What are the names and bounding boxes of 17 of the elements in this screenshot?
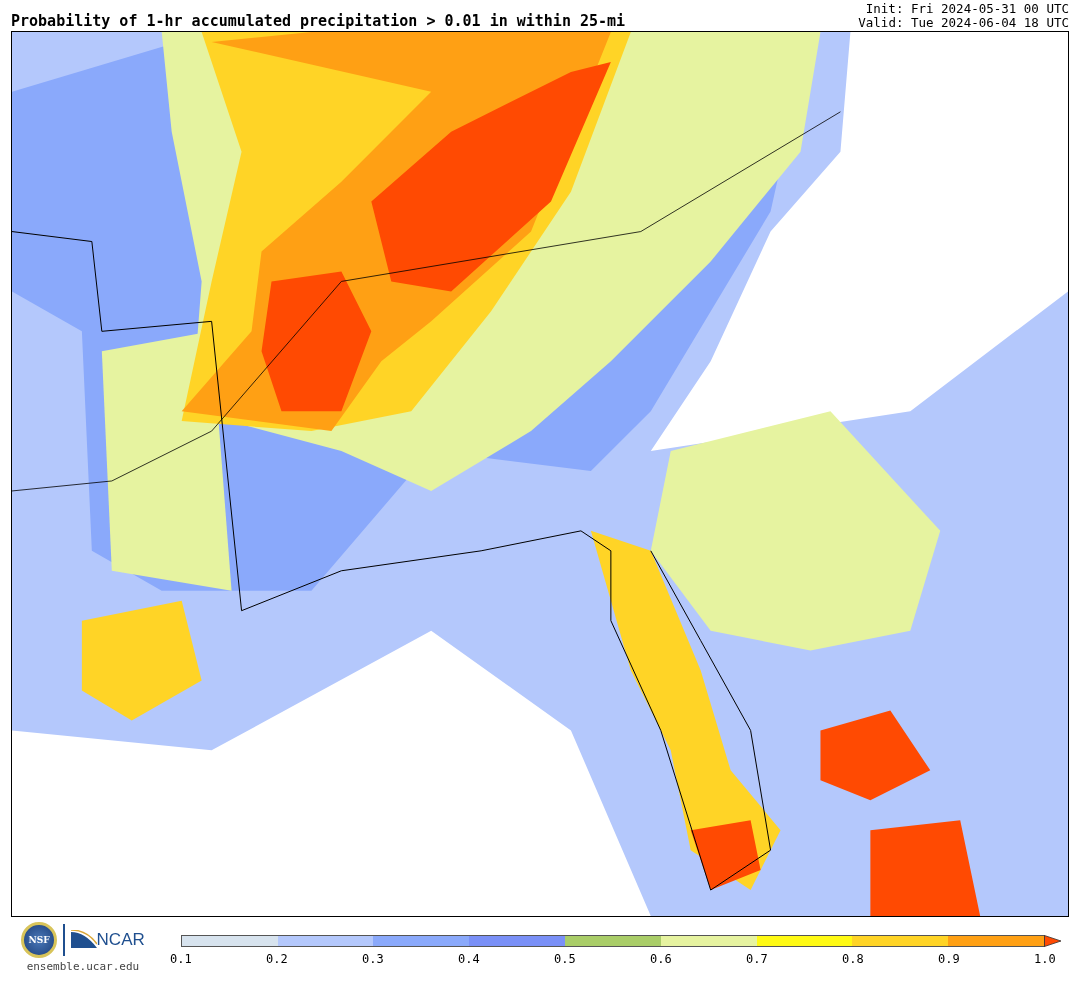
wordmark-logo: NCAR	[96, 930, 145, 950]
seal-logo: NSF	[21, 922, 58, 958]
init-time: Init: Fri 2024-05-31 00 UTC	[865, 2, 1069, 16]
tick-label: 1.0	[1033, 952, 1057, 966]
tick-label: 0.3	[361, 952, 385, 966]
tick-label: 0.2	[265, 952, 289, 966]
valid-time: Valid: Tue 2024-06-04 18 UTC	[858, 16, 1069, 30]
tick-label: 0.8	[841, 952, 865, 966]
tick-label: 0.5	[553, 952, 577, 966]
site-url: ensemble.ucar.edu	[26, 960, 140, 973]
tick-label: 0.7	[745, 952, 769, 966]
triangle-icon	[70, 930, 97, 950]
chart-title: Probability of 1-hr accumulated precipitation > 0.01 in within 25-mi	[11, 12, 626, 30]
tick-label: 0.9	[937, 952, 961, 966]
tick-label: 0.1	[169, 952, 193, 966]
tick-label: 0.6	[649, 952, 673, 966]
tick-label: 0.4	[457, 952, 481, 966]
